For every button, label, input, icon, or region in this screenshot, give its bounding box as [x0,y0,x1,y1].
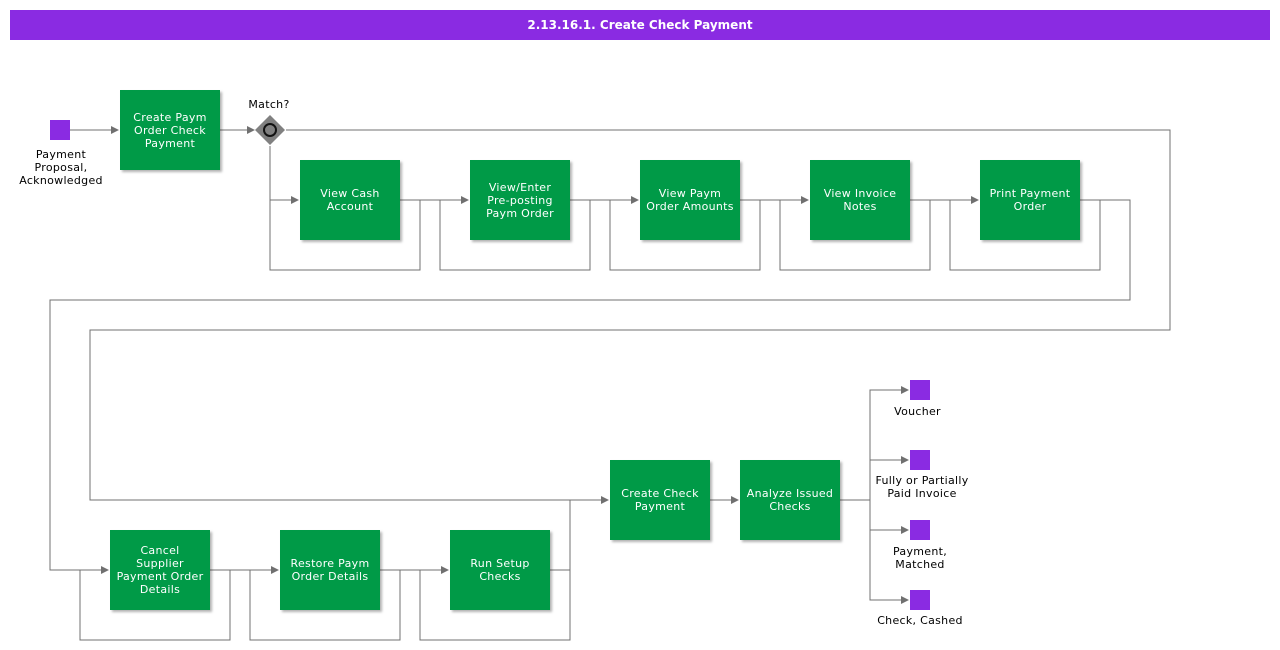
end-event-label: Payment, Matched [892,545,948,571]
activity-label: Create Paym Order Check Payment [133,110,207,150]
activity-label: View Cash Account [320,187,380,213]
activity-label: Print Payment Order [989,187,1071,213]
activity-label: View/Enter Pre-posting Paym Order [486,180,554,220]
activity-label: Run Setup Checks [470,557,530,583]
start-event-label: Payment Proposal, Acknowledged [19,148,103,187]
activity-label: Create Check Payment [621,487,699,513]
gateway-label: Match? [248,98,290,111]
end-event-fully-paid [910,450,930,470]
end-event-label: Voucher [894,405,941,418]
connector [269,146,299,204]
activity-label: Analyze Issued Checks [746,487,834,513]
end-event-label: Fully or Partially Paid Invoice [875,474,969,500]
activity-label: Restore Paym Order Details [290,557,370,583]
activities [110,90,1080,610]
end-event-voucher [910,380,930,400]
activity-label: View Paym Order Amounts [646,187,734,213]
gateway-match [255,115,285,145]
activity-label: Cancel Supplier Payment Order Details [116,544,204,596]
end-event-label: Check, Cashed [877,614,963,627]
activity-label: View Invoice Notes [823,187,897,213]
end-event-payment-matched [910,520,930,540]
start-event [50,120,70,140]
end-event-check-cashed [910,590,930,610]
connector [869,500,909,534]
connector [550,496,609,571]
